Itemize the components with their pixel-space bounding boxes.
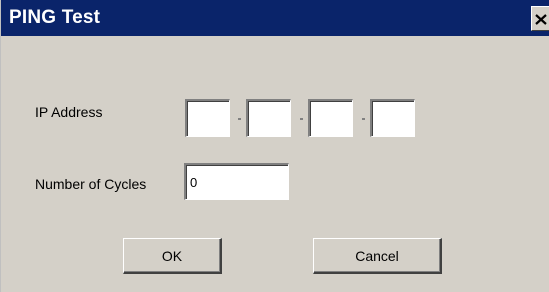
close-button[interactable] [531, 6, 549, 31]
ip-separator-1 [238, 118, 241, 120]
ip-address-label: IP Address [35, 104, 103, 120]
number-of-cycles-label: Number of Cycles [35, 176, 147, 192]
ip-octet-3-input[interactable] [308, 99, 353, 137]
ip-octet-1-input[interactable] [185, 99, 230, 137]
close-icon [535, 14, 547, 25]
ok-button[interactable]: OK [123, 238, 222, 274]
ping-test-dialog: PING Test IP Address Number of Cycles OK… [0, 0, 549, 292]
ip-octet-4-input[interactable] [370, 99, 415, 137]
window-title: PING Test [9, 7, 101, 28]
ip-separator-2 [300, 118, 303, 120]
title-bar[interactable]: PING Test [1, 0, 549, 36]
number-of-cycles-input[interactable] [184, 163, 289, 200]
ip-octet-2-input[interactable] [246, 99, 291, 137]
cancel-button[interactable]: Cancel [313, 238, 442, 274]
ip-separator-3 [362, 118, 365, 120]
